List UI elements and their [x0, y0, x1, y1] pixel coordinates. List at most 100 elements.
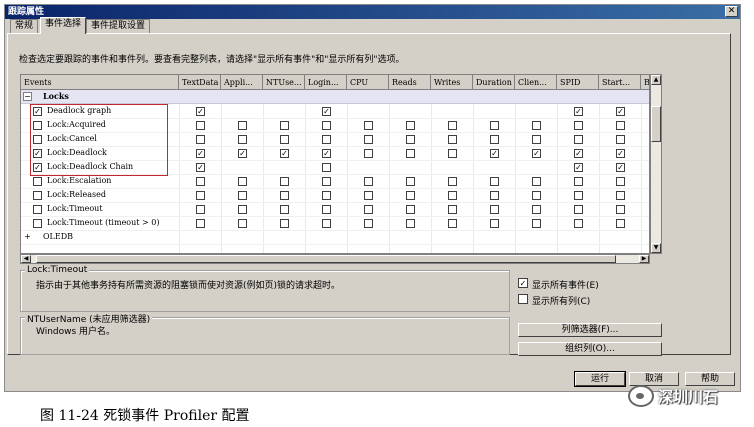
column-checkbox[interactable]	[196, 219, 205, 228]
column-checkbox[interactable]	[322, 121, 331, 130]
column-header[interactable]: Duration	[473, 75, 515, 90]
scroll-right-icon[interactable]: ▶	[639, 255, 649, 263]
column-checkbox[interactable]	[364, 121, 373, 130]
scroll-down-icon[interactable]: ▼	[651, 243, 661, 253]
column-checkbox[interactable]	[364, 149, 373, 158]
column-checkbox[interactable]	[448, 191, 457, 200]
column-checkbox[interactable]	[448, 135, 457, 144]
column-checkbox[interactable]	[406, 191, 415, 200]
column-checkbox[interactable]	[406, 149, 415, 158]
column-checkbox[interactable]	[364, 219, 373, 228]
column-checkbox[interactable]	[490, 205, 499, 214]
column-checkbox[interactable]	[364, 177, 373, 186]
column-checkbox[interactable]	[490, 121, 499, 130]
column-header[interactable]: Appli...	[221, 75, 263, 90]
event-group-row-collapsed[interactable]: + OLEDB	[21, 231, 649, 245]
column-checkbox[interactable]	[532, 177, 541, 186]
column-checkbox[interactable]: ✓	[196, 107, 205, 116]
column-checkbox[interactable]	[616, 177, 625, 186]
column-checkbox[interactable]	[322, 205, 331, 214]
event-row[interactable]: Lock:Timeout	[21, 203, 649, 217]
column-checkbox[interactable]: ✓	[196, 149, 205, 158]
column-checkbox[interactable]	[574, 135, 583, 144]
column-checkbox[interactable]	[322, 135, 331, 144]
column-checkbox[interactable]	[574, 219, 583, 228]
column-checkbox[interactable]	[364, 205, 373, 214]
column-checkbox[interactable]	[364, 135, 373, 144]
column-checkbox[interactable]: ✓	[238, 149, 247, 158]
column-checkbox[interactable]	[406, 205, 415, 214]
column-checkbox[interactable]: ✓	[616, 163, 625, 172]
column-checkbox[interactable]	[406, 219, 415, 228]
column-header[interactable]: Events	[21, 75, 179, 90]
column-checkbox[interactable]	[238, 177, 247, 186]
column-header[interactable]: Writes	[431, 75, 473, 90]
column-checkbox[interactable]: ✓	[322, 107, 331, 116]
column-checkbox[interactable]	[196, 121, 205, 130]
column-checkbox[interactable]	[238, 219, 247, 228]
vertical-scroll-thumb[interactable]	[651, 106, 661, 142]
column-checkbox[interactable]	[238, 135, 247, 144]
scroll-up-icon[interactable]: ▲	[651, 75, 661, 85]
column-checkbox[interactable]	[238, 191, 247, 200]
column-checkbox[interactable]: ✓	[574, 163, 583, 172]
event-row[interactable]: Lock:Timeout (timeout > 0)	[21, 217, 649, 231]
run-button[interactable]: 运行	[574, 371, 626, 387]
column-checkbox[interactable]	[406, 121, 415, 130]
event-checkbox[interactable]	[33, 205, 42, 214]
event-group-row[interactable]: − Locks	[21, 90, 649, 104]
column-checkbox[interactable]: ✓	[574, 149, 583, 158]
column-checkbox[interactable]	[448, 149, 457, 158]
column-header[interactable]: Start...	[599, 75, 641, 90]
column-checkbox[interactable]	[532, 135, 541, 144]
column-checkbox[interactable]	[280, 205, 289, 214]
column-checkbox[interactable]	[364, 191, 373, 200]
column-header[interactable]: B	[641, 75, 649, 90]
column-checkbox[interactable]	[532, 121, 541, 130]
column-checkbox[interactable]	[280, 121, 289, 130]
column-checkbox[interactable]	[574, 205, 583, 214]
column-checkbox[interactable]	[322, 191, 331, 200]
event-checkbox[interactable]	[33, 219, 42, 228]
column-checkbox[interactable]	[406, 177, 415, 186]
column-checkbox[interactable]	[532, 219, 541, 228]
collapse-icon[interactable]: −	[23, 92, 32, 101]
column-checkbox[interactable]	[322, 177, 331, 186]
expand-icon[interactable]: +	[23, 233, 32, 242]
column-checkbox[interactable]	[196, 135, 205, 144]
column-header[interactable]: TextData	[179, 75, 221, 90]
column-checkbox[interactable]	[280, 135, 289, 144]
column-checkbox[interactable]	[448, 121, 457, 130]
column-checkbox[interactable]	[532, 191, 541, 200]
column-checkbox[interactable]: ✓	[196, 163, 205, 172]
column-checkbox[interactable]	[616, 191, 625, 200]
column-checkbox[interactable]	[490, 177, 499, 186]
column-filters-button[interactable]: 列筛选器(F)...	[518, 323, 662, 337]
column-checkbox[interactable]	[490, 135, 499, 144]
column-checkbox[interactable]	[574, 177, 583, 186]
column-header[interactable]: NTUse...	[263, 75, 305, 90]
column-checkbox[interactable]	[448, 205, 457, 214]
vertical-scrollbar[interactable]	[650, 74, 662, 254]
column-checkbox[interactable]	[238, 121, 247, 130]
column-checkbox[interactable]: ✓	[490, 149, 499, 158]
column-checkbox[interactable]: ✓	[532, 149, 541, 158]
event-row[interactable]: Lock:Escalation	[21, 175, 649, 189]
column-checkbox[interactable]	[322, 163, 331, 172]
column-checkbox[interactable]	[616, 135, 625, 144]
column-checkbox[interactable]: ✓	[616, 149, 625, 158]
column-checkbox[interactable]	[196, 177, 205, 186]
column-checkbox[interactable]: ✓	[322, 149, 331, 158]
column-checkbox[interactable]: ✓	[616, 107, 625, 116]
horizontal-scroll-thumb[interactable]	[36, 255, 616, 263]
column-checkbox[interactable]	[616, 121, 625, 130]
event-checkbox[interactable]	[33, 191, 42, 200]
event-checkbox[interactable]	[33, 177, 42, 186]
column-header[interactable]: CPU	[347, 75, 389, 90]
organize-columns-button[interactable]: 组织列(O)...	[518, 342, 662, 356]
column-checkbox[interactable]	[490, 191, 499, 200]
show-all-events-checkbox[interactable]: ✓	[518, 278, 528, 288]
tab-general[interactable]: 常规	[10, 19, 39, 33]
column-header[interactable]: Login...	[305, 75, 347, 90]
column-checkbox[interactable]	[280, 219, 289, 228]
